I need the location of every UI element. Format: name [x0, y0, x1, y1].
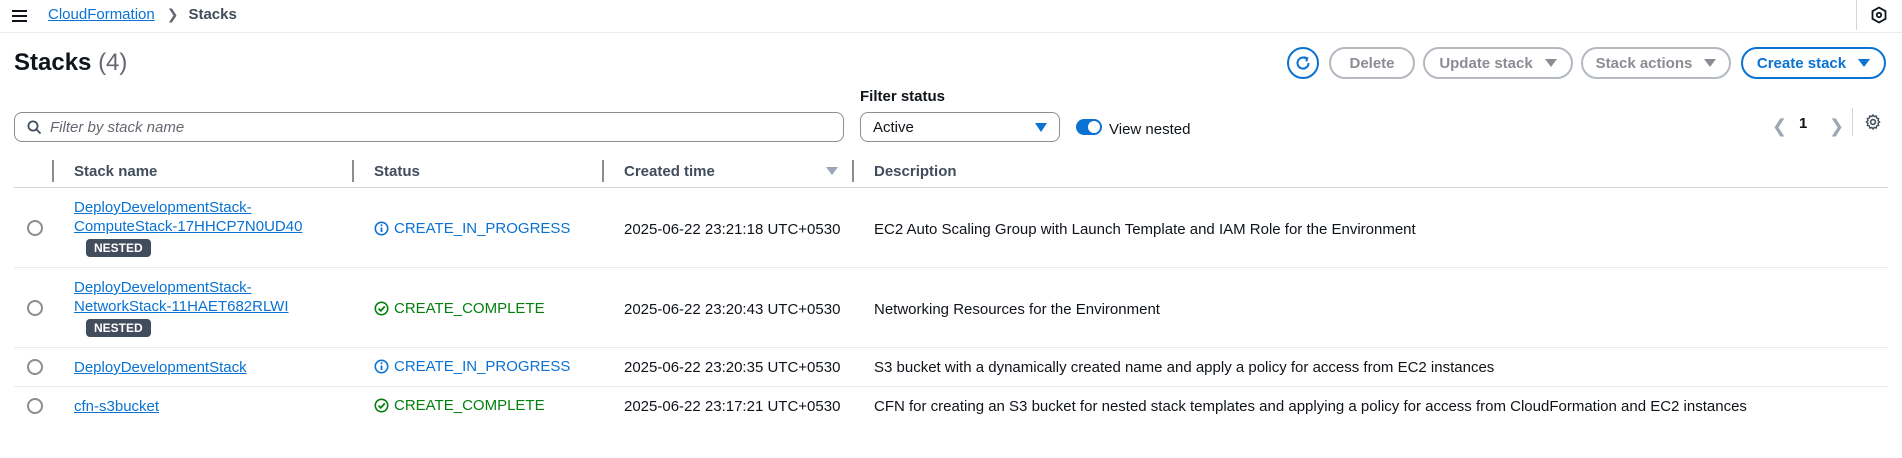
table-row[interactable]: cfn-s3bucket CREATE_COMPLETE 2025-06-22 …	[14, 387, 1888, 426]
gear-icon[interactable]	[1864, 113, 1882, 131]
hamburger-menu-icon[interactable]	[12, 7, 30, 23]
caret-down-icon	[1704, 59, 1717, 67]
status-in-progress: CREATE_IN_PROGRESS	[374, 358, 570, 375]
top-navigation: CloudFormation ❯ Stacks	[0, 0, 1902, 33]
table-row[interactable]: DeployDevelopmentStack CREATE_IN_PROGRES…	[14, 348, 1888, 387]
description-cell: S3 bucket with a dynamically created nam…	[874, 359, 1495, 376]
created-time-cell: 2025-06-22 23:21:18 UTC+0530	[624, 221, 841, 238]
stack-actions-label: Stack actions	[1595, 54, 1693, 72]
column-divider[interactable]	[852, 160, 854, 182]
sort-descending-icon[interactable]	[826, 167, 838, 175]
refresh-button[interactable]	[1287, 47, 1319, 79]
row-select-radio[interactable]	[27, 220, 43, 236]
check-circle-icon	[374, 398, 389, 413]
info-circle-icon	[374, 359, 389, 374]
column-header-stack-name[interactable]: Stack name	[74, 163, 157, 180]
table-row[interactable]: DeployDevelopmentStack- ComputeStack-17HH…	[14, 188, 1888, 268]
delete-button[interactable]: Delete	[1329, 47, 1415, 79]
created-time-cell: 2025-06-22 23:20:43 UTC+0530	[624, 301, 841, 318]
page-title-text: Stacks	[14, 49, 92, 76]
status-complete: CREATE_COMPLETE	[374, 300, 545, 317]
stack-name-cell: DeployDevelopmentStack- NetworkStack-11HA…	[74, 278, 289, 337]
stack-name-cell: DeployDevelopmentStack- ComputeStack-17HH…	[74, 198, 302, 257]
column-divider[interactable]	[602, 160, 604, 182]
description-cell: EC2 Auto Scaling Group with Launch Templ…	[874, 221, 1416, 238]
stack-name-link[interactable]: DeployDevelopmentStack- ComputeStack-17HH…	[74, 199, 302, 235]
stacks-table: Stack name Status Created time Descripti…	[14, 154, 1888, 426]
row-select-radio[interactable]	[27, 300, 43, 316]
row-select-radio[interactable]	[27, 359, 43, 375]
breadcrumb-cloudformation-link[interactable]: CloudFormation	[48, 6, 155, 23]
created-time-cell: 2025-06-22 23:17:21 UTC+0530	[624, 398, 841, 415]
check-circle-icon	[374, 301, 389, 316]
status-cell: CREATE_COMPLETE	[374, 300, 545, 317]
nested-badge: NESTED	[86, 239, 151, 257]
info-circle-icon	[374, 221, 389, 236]
page-title: Stacks (4)	[14, 49, 127, 77]
stack-name-link[interactable]: cfn-s3bucket	[74, 398, 159, 415]
update-stack-label: Update stack	[1439, 54, 1533, 72]
filter-status-label: Filter status	[860, 88, 946, 105]
chevron-left-icon[interactable]: ❮	[1772, 116, 1787, 137]
breadcrumb-current: Stacks	[188, 6, 237, 23]
create-stack-button[interactable]: Create stack	[1741, 47, 1886, 79]
search-box[interactable]	[14, 112, 844, 142]
status-complete: CREATE_COMPLETE	[374, 397, 545, 414]
status-text: CREATE_IN_PROGRESS	[394, 220, 571, 237]
filter-status-value: Active	[873, 118, 914, 136]
breadcrumb: CloudFormation ❯ Stacks	[48, 6, 237, 23]
description-cell: CFN for creating an S3 bucket for nested…	[874, 398, 1747, 415]
created-time-cell: 2025-06-22 23:20:35 UTC+0530	[624, 359, 841, 376]
column-divider[interactable]	[352, 160, 354, 182]
stack-name-part: NetworkStack-11HAET682RLWI	[74, 298, 289, 315]
filter-status-select[interactable]: Active	[860, 112, 1060, 142]
column-header-status[interactable]: Status	[374, 163, 420, 180]
stack-name-link[interactable]: DeployDevelopmentStack- NetworkStack-11HA…	[74, 279, 289, 315]
description-cell: Networking Resources for the Environment	[874, 301, 1160, 318]
caret-down-icon	[1035, 122, 1047, 132]
column-header-created-time[interactable]: Created time	[624, 163, 715, 180]
page-number[interactable]: 1	[1799, 115, 1807, 132]
view-nested-toggle[interactable]	[1076, 119, 1102, 135]
refresh-icon	[1296, 56, 1310, 70]
view-nested-label: View nested	[1109, 121, 1191, 138]
table-row[interactable]: DeployDevelopmentStack- NetworkStack-11HA…	[14, 268, 1888, 348]
stack-name-cell: cfn-s3bucket	[74, 397, 159, 416]
search-input[interactable]	[50, 118, 830, 136]
update-stack-button[interactable]: Update stack	[1423, 47, 1573, 79]
table-header: Stack name Status Created time Descripti…	[14, 154, 1888, 188]
toggle-knob	[1088, 121, 1100, 133]
search-icon	[27, 120, 42, 134]
info-hexagon-icon[interactable]	[1870, 6, 1888, 24]
status-cell: CREATE_COMPLETE	[374, 397, 545, 414]
stack-count: (4)	[98, 49, 128, 76]
status-in-progress: CREATE_IN_PROGRESS	[374, 220, 570, 237]
status-text: CREATE_IN_PROGRESS	[394, 358, 571, 375]
column-divider[interactable]	[52, 160, 54, 182]
chevron-right-icon: ❯	[166, 6, 179, 22]
stack-name-cell: DeployDevelopmentStack	[74, 358, 247, 377]
caret-down-icon	[1858, 59, 1871, 67]
status-text: CREATE_COMPLETE	[394, 397, 545, 414]
pager-divider	[1852, 108, 1853, 136]
row-select-radio[interactable]	[27, 398, 43, 414]
chevron-right-icon[interactable]: ❯	[1829, 116, 1844, 137]
status-cell: CREATE_IN_PROGRESS	[374, 358, 570, 375]
column-header-description[interactable]: Description	[874, 163, 957, 180]
stack-name-part: DeployDevelopmentStack-	[74, 279, 252, 296]
status-cell: CREATE_IN_PROGRESS	[374, 220, 570, 237]
stack-name-part: DeployDevelopmentStack-	[74, 199, 252, 216]
topbar-divider	[1856, 0, 1857, 30]
caret-down-icon	[1544, 59, 1557, 67]
nested-badge: NESTED	[86, 319, 151, 337]
stack-actions-button[interactable]: Stack actions	[1581, 47, 1731, 79]
stack-name-part: ComputeStack-17HHCP7N0UD40	[74, 218, 303, 235]
create-stack-label: Create stack	[1756, 54, 1847, 72]
status-text: CREATE_COMPLETE	[394, 300, 545, 317]
stack-name-link[interactable]: DeployDevelopmentStack	[74, 359, 247, 376]
